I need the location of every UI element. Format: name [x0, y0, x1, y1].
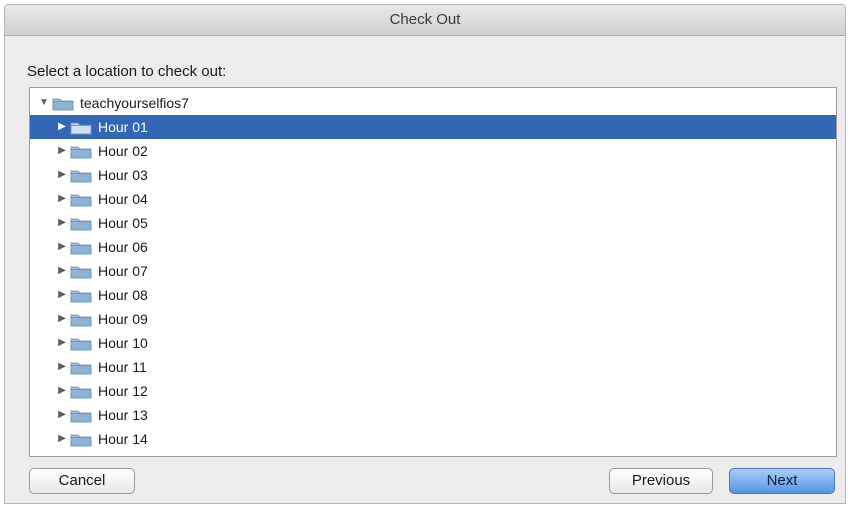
location-prompt: Select a location to check out: [27, 63, 227, 80]
tree-row[interactable]: ▶ Hour 12 [30, 379, 836, 403]
disclosure-triangle-right-icon[interactable]: ▶ [56, 187, 68, 211]
folder-icon [70, 120, 92, 135]
tree-row[interactable]: ▶ Hour 06 [30, 235, 836, 259]
folder-icon [70, 216, 92, 231]
tree-row-label: Hour 10 [98, 335, 148, 351]
folder-icon [70, 432, 92, 447]
tree-row-label: Hour 13 [98, 407, 148, 423]
tree-row-label: Hour 14 [98, 431, 148, 447]
tree-root-row[interactable]: ▼ teachyourselfios7 [30, 91, 836, 115]
tree-row-label: Hour 08 [98, 287, 148, 303]
tree-row-label: Hour 07 [98, 263, 148, 279]
folder-icon [70, 360, 92, 375]
tree-row-label: Hour 02 [98, 143, 148, 159]
previous-button[interactable]: Previous [609, 468, 713, 494]
folder-icon [70, 408, 92, 423]
disclosure-triangle-right-icon[interactable]: ▶ [56, 259, 68, 283]
disclosure-triangle-right-icon[interactable]: ▶ [56, 211, 68, 235]
disclosure-triangle-right-icon[interactable]: ▶ [56, 163, 68, 187]
tree-row-label: Hour 03 [98, 167, 148, 183]
tree-row[interactable]: ▶ Hour 01 [30, 115, 836, 139]
tree-row[interactable]: ▶ Hour 07 [30, 259, 836, 283]
disclosure-triangle-right-icon[interactable]: ▶ [56, 139, 68, 163]
folder-icon [70, 192, 92, 207]
disclosure-triangle-right-icon[interactable]: ▶ [56, 307, 68, 331]
next-button[interactable]: Next [729, 468, 835, 494]
tree-row[interactable]: ▶ Hour 14 [30, 427, 836, 451]
tree-row-label: Hour 12 [98, 383, 148, 399]
disclosure-triangle-right-icon[interactable]: ▶ [56, 355, 68, 379]
tree-row[interactable]: ▶ Hour 13 [30, 403, 836, 427]
disclosure-triangle-right-icon[interactable]: ▶ [56, 427, 68, 451]
location-tree[interactable]: ▼ teachyourselfios7 ▶ Hour 01 ▶ Hour 02 ▶ Hour … [29, 87, 837, 457]
tree-row[interactable]: ▶ Hour 10 [30, 331, 836, 355]
disclosure-triangle-down-icon[interactable]: ▼ [38, 91, 50, 115]
folder-icon [70, 240, 92, 255]
tree-row[interactable]: ▶ Hour 11 [30, 355, 836, 379]
folder-icon [70, 312, 92, 327]
folder-icon [70, 336, 92, 351]
folder-icon [70, 288, 92, 303]
tree-row[interactable]: ▶ Hour 05 [30, 211, 836, 235]
disclosure-triangle-right-icon[interactable]: ▶ [56, 331, 68, 355]
disclosure-triangle-right-icon[interactable]: ▶ [56, 115, 68, 139]
tree-row[interactable]: ▶ Hour 09 [30, 307, 836, 331]
tree-row-label: Hour 09 [98, 311, 148, 327]
cancel-button[interactable]: Cancel [29, 468, 135, 494]
tree-row-label: Hour 05 [98, 215, 148, 231]
disclosure-triangle-right-icon[interactable]: ▶ [56, 403, 68, 427]
tree-row[interactable]: ▶ Hour 04 [30, 187, 836, 211]
check-out-dialog: Check Out Select a location to check out… [4, 4, 846, 504]
tree-row[interactable]: ▶ Hour 03 [30, 163, 836, 187]
tree-row[interactable]: ▶ Hour 08 [30, 283, 836, 307]
tree-row-label: Hour 11 [98, 359, 147, 375]
tree-row-label: teachyourselfios7 [80, 95, 189, 111]
folder-icon [70, 168, 92, 183]
tree-row-label: Hour 01 [98, 119, 148, 135]
tree-row[interactable]: ▶ Hour 02 [30, 139, 836, 163]
folder-icon [70, 384, 92, 399]
window-title: Check Out [5, 5, 845, 36]
tree-row-label: Hour 06 [98, 239, 148, 255]
folder-icon [52, 96, 74, 111]
folder-icon [70, 264, 92, 279]
tree-row-label: Hour 04 [98, 191, 148, 207]
folder-icon [70, 144, 92, 159]
disclosure-triangle-right-icon[interactable]: ▶ [56, 283, 68, 307]
disclosure-triangle-right-icon[interactable]: ▶ [56, 379, 68, 403]
disclosure-triangle-right-icon[interactable]: ▶ [56, 235, 68, 259]
